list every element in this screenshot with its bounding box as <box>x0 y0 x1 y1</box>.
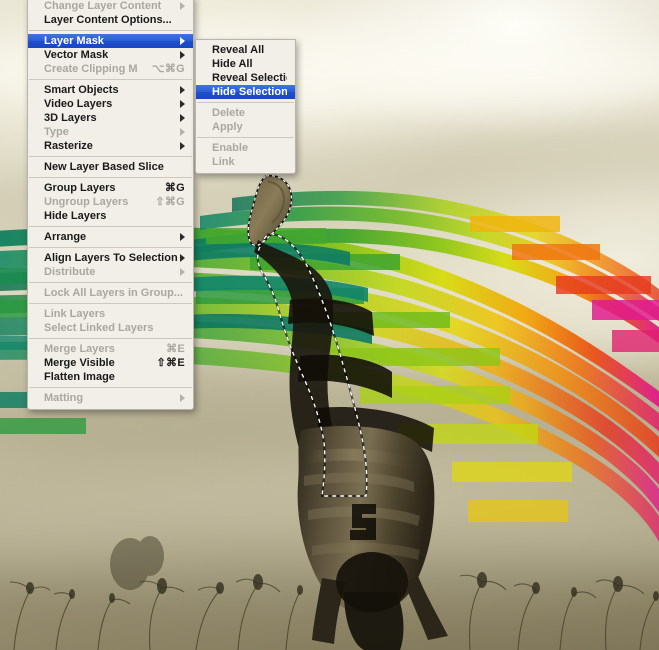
menu-item-label: Create Clipping Mask <box>44 63 138 75</box>
menu-item-label: Link <box>212 156 235 168</box>
layer-mask-submenu[interactable]: Reveal All Hide All Reveal Selection Hide S… <box>195 39 296 174</box>
menu-item-smart-objects[interactable]: Smart Objects <box>28 83 193 97</box>
menu-item-reveal-selection[interactable]: Reveal Selection <box>196 71 295 85</box>
menu-item-label: Change Layer Content <box>44 0 162 12</box>
submenu-arrow-icon <box>180 268 185 276</box>
menu-separator <box>197 137 294 138</box>
foreground-weeds <box>0 520 659 650</box>
menu-item-label: Delete <box>212 107 246 119</box>
menu-item-matting: Matting <box>28 391 193 405</box>
menu-separator <box>29 226 192 227</box>
menu-item-label: Enable <box>212 142 249 154</box>
boot-shape <box>247 175 293 247</box>
menu-item-reveal-all[interactable]: Reveal All <box>196 43 295 57</box>
menu-item-delete: Delete <box>196 106 295 120</box>
submenu-arrow-icon <box>180 2 185 10</box>
menu-item-label: Reveal Selection <box>212 72 287 84</box>
menu-item-label: Select Linked Layers <box>44 322 154 334</box>
menu-item-label: Hide Selection <box>212 86 287 98</box>
menu-item-hide-layers[interactable]: Hide Layers <box>28 209 193 223</box>
menu-item-rasterize[interactable]: Rasterize <box>28 139 193 153</box>
menu-item-label: Matting <box>44 392 84 404</box>
menu-item-merge-visible[interactable]: Merge Visible ⇧⌘E <box>28 356 193 370</box>
menu-item-lock-all-layers-in-group: Lock All Layers in Group... <box>28 286 193 300</box>
menu-item-type: Type <box>28 125 193 139</box>
menu-item-shortcut: ⌘E <box>166 343 185 355</box>
menu-separator <box>29 387 192 388</box>
submenu-arrow-icon <box>180 114 185 122</box>
menu-item-label: Smart Objects <box>44 84 119 96</box>
menu-item-label: Vector Mask <box>44 49 109 61</box>
menu-separator <box>29 338 192 339</box>
menu-item-shortcut: ⌘G <box>164 182 185 194</box>
menu-item-video-layers[interactable]: Video Layers <box>28 97 193 111</box>
menu-item-label: Flatten Image <box>44 371 115 383</box>
menu-item-distribute: Distribute <box>28 265 193 279</box>
menu-item-label: Distribute <box>44 266 96 278</box>
menu-item-label: New Layer Based Slice <box>44 161 164 173</box>
menu-separator <box>29 79 192 80</box>
menu-item-label: Hide Layers <box>44 210 107 222</box>
menu-item-group-layers[interactable]: Group Layers ⌘G <box>28 181 193 195</box>
menu-separator <box>29 282 192 283</box>
menu-separator <box>29 303 192 304</box>
menu-item-link: Link <box>196 155 295 169</box>
menu-item-label: Merge Layers <box>44 343 115 355</box>
submenu-arrow-icon <box>180 100 185 108</box>
menu-item-create-clipping-mask: Create Clipping Mask ⌥⌘G <box>28 62 193 76</box>
menu-item-label: Link Layers <box>44 308 106 320</box>
menu-item-merge-layers: Merge Layers ⌘E <box>28 342 193 356</box>
menu-item-layer-mask[interactable]: Layer Mask <box>28 34 193 48</box>
body-shape <box>254 240 434 452</box>
menu-item-shortcut: ⌥⌘G <box>151 63 185 75</box>
menu-item-enable: Enable <box>196 141 295 155</box>
layer-menu[interactable]: Change Layer Content Layer Content Option… <box>27 0 194 410</box>
menu-item-arrange[interactable]: Arrange <box>28 230 193 244</box>
menu-item-layer-content-options[interactable]: Layer Content Options... <box>28 13 193 27</box>
menu-item-ungroup-layers: Ungroup Layers ⇧⌘G <box>28 195 193 209</box>
menu-item-label: Reveal All <box>212 44 265 56</box>
photoshop-canvas-window: Change Layer Content Layer Content Option… <box>0 0 659 650</box>
menu-item-label: 3D Layers <box>44 112 97 124</box>
menu-item-label: Layer Content Options... <box>44 14 172 26</box>
menu-item-label: Apply <box>212 121 243 133</box>
menu-item-label: Ungroup Layers <box>44 196 129 208</box>
menu-item-label: Type <box>44 126 69 138</box>
submenu-arrow-icon <box>180 128 185 136</box>
menu-item-label: Hide All <box>212 58 253 70</box>
menu-item-hide-all[interactable]: Hide All <box>196 57 295 71</box>
menu-item-apply: Apply <box>196 120 295 134</box>
menu-item-new-layer-based-slice[interactable]: New Layer Based Slice <box>28 160 193 174</box>
menu-separator <box>29 30 192 31</box>
menu-item-shortcut: ⇧⌘E <box>156 357 185 369</box>
menu-item-hide-selection[interactable]: Hide Selection <box>196 85 295 99</box>
menu-item-label: Merge Visible <box>44 357 115 369</box>
menu-separator <box>197 102 294 103</box>
submenu-arrow-icon <box>180 142 185 150</box>
submenu-arrow-icon <box>180 254 185 262</box>
menu-item-vector-mask[interactable]: Vector Mask <box>28 48 193 62</box>
menu-item-3d-layers[interactable]: 3D Layers <box>28 111 193 125</box>
menu-item-label: Lock All Layers in Group... <box>44 287 183 299</box>
submenu-arrow-icon <box>180 37 185 45</box>
menu-separator <box>29 156 192 157</box>
menu-separator <box>29 177 192 178</box>
menu-item-flatten-image[interactable]: Flatten Image <box>28 370 193 384</box>
submenu-arrow-icon <box>180 394 185 402</box>
menu-item-label: Group Layers <box>44 182 116 194</box>
submenu-arrow-icon <box>180 51 185 59</box>
menu-item-label: Rasterize <box>44 140 93 152</box>
menu-item-label: Layer Mask <box>44 35 104 47</box>
menu-item-change-layer-content: Change Layer Content <box>28 0 193 13</box>
menu-item-label: Align Layers To Selection <box>44 252 178 264</box>
menu-item-label: Video Layers <box>44 98 113 110</box>
menu-separator <box>29 247 192 248</box>
menu-item-align-layers-to-selection[interactable]: Align Layers To Selection <box>28 251 193 265</box>
menu-item-select-linked-layers: Select Linked Layers <box>28 321 193 335</box>
submenu-arrow-icon <box>180 233 185 241</box>
menu-item-link-layers: Link Layers <box>28 307 193 321</box>
menu-item-label: Arrange <box>44 231 87 243</box>
menu-item-shortcut: ⇧⌘G <box>155 196 185 208</box>
submenu-arrow-icon <box>180 86 185 94</box>
